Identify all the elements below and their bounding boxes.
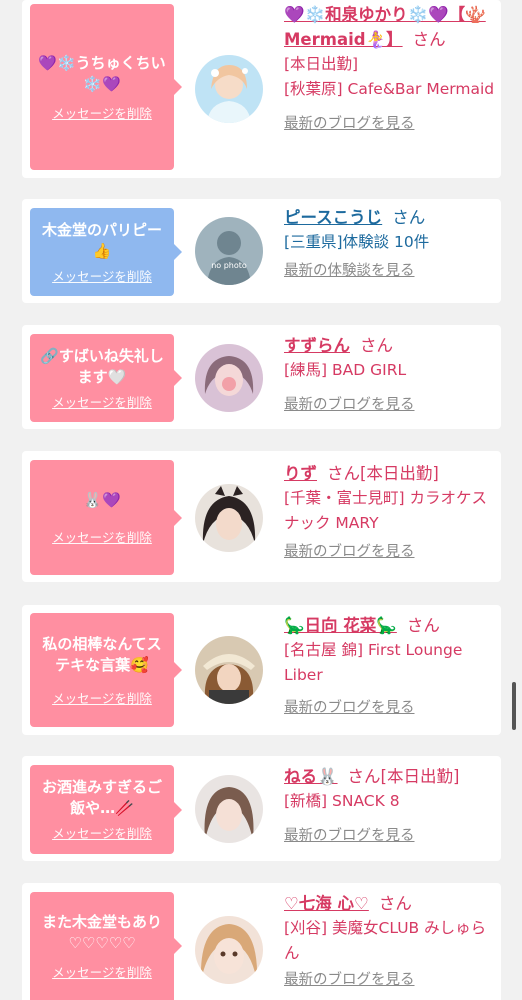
- honorific: さん: [378, 894, 412, 913]
- cast-name[interactable]: ねる🐰: [284, 767, 338, 786]
- cast-info: ♡七海 心♡ さん [刈谷] 美魔女CLUB みしゅらん 最新のブログを見る: [284, 891, 496, 990]
- list-item: 私の相棒なんてステキな言葉🥰 メッセージを削除 🦕日向 花菜🦕 さん [名古屋 錦…: [22, 605, 501, 735]
- message-text: 私の相棒なんてステキな言葉🥰: [42, 634, 162, 674]
- no-photo-label: no photo: [211, 261, 247, 270]
- message-bubble: 🐰💜 メッセージを削除: [30, 460, 182, 575]
- cast-info: ピースこうじ さん [三重県]体験談 10件 最新の体験談を見る: [284, 205, 496, 281]
- cast-info: 💜❄️和泉ゆかり❄️💜【🪸Mermaid🧜‍♀️】 さん [本日出勤] [秋葉原]…: [284, 2, 496, 134]
- cast-name[interactable]: 🦕日向 花菜🦕: [284, 616, 397, 635]
- list-item: 💜❄️うちゅくちい❄️💜 メッセージを削除 💜❄️和泉ゆかり❄️💜【🪸Merma…: [22, 0, 501, 178]
- message-text: 💜❄️うちゅくちい❄️💜: [38, 53, 166, 93]
- honorific: さん[本日出勤]: [327, 464, 439, 483]
- cast-detail: [本日出勤]: [284, 55, 359, 73]
- message-bubble: 🔗すばいね失礼します🤍 メッセージを削除: [30, 334, 182, 422]
- avatar[interactable]: no photo: [195, 217, 263, 285]
- latest-review-link[interactable]: 最新の体験談を見る: [284, 261, 496, 281]
- cast-name[interactable]: りず: [284, 464, 317, 483]
- delete-message-link[interactable]: メッセージを削除: [52, 103, 152, 122]
- delete-message-link[interactable]: メッセージを削除: [52, 688, 152, 707]
- cast-shop: [名古屋 錦] First Lounge Liber: [284, 641, 463, 684]
- scrollbar[interactable]: [512, 682, 516, 730]
- message-bubble: 木金堂のパリピー👍 メッセージを削除: [30, 208, 182, 296]
- delete-message-link[interactable]: メッセージを削除: [52, 962, 152, 981]
- avatar[interactable]: [195, 636, 263, 704]
- latest-blog-link[interactable]: 最新のブログを見る: [284, 542, 496, 562]
- cast-info: 🦕日向 花菜🦕 さん [名古屋 錦] First Lounge Liber 最新の…: [284, 613, 496, 718]
- message-bubble: 💜❄️うちゅくちい❄️💜 メッセージを削除: [30, 4, 182, 170]
- list-item: お酒進みすぎるご飯や…🥢 メッセージを削除 ねる🐰 さん[本日出勤] [新橋] S…: [22, 756, 501, 861]
- cast-info: すずらん さん [練馬] BAD GIRL 最新のブログを見る: [284, 333, 496, 415]
- list-item: また木金堂もあり♡♡♡♡♡ メッセージを削除 ♡七海 心♡ さん [刈谷] 美魔女…: [22, 883, 501, 1000]
- cast-name-line: ♡七海 心♡ さん: [284, 891, 496, 916]
- list-item: 🐰💜 メッセージを削除 りず さん[本日出勤] [千葉・富士見町] カラオケスナッ…: [22, 451, 501, 582]
- message-text: お酒進みすぎるご飯や…🥢: [41, 778, 162, 817]
- message-bubble: お酒進みすぎるご飯や…🥢 メッセージを削除: [30, 765, 182, 854]
- message-text: また木金堂もあり♡♡♡♡♡: [41, 912, 162, 952]
- cast-shop: [新橋] SNACK 8: [284, 792, 400, 810]
- cast-name[interactable]: ♡七海 心♡: [284, 894, 369, 913]
- cast-shop: [刈谷] 美魔女CLUB みしゅらん: [284, 919, 487, 962]
- cast-detail: [練馬] BAD GIRL: [284, 361, 407, 379]
- honorific: さん: [360, 336, 393, 355]
- delete-message-link[interactable]: メッセージを削除: [52, 823, 152, 842]
- latest-blog-link[interactable]: 最新のブログを見る: [284, 698, 496, 718]
- avatar[interactable]: [195, 344, 263, 412]
- avatar[interactable]: [195, 55, 263, 123]
- cast-name-line: すずらん さん: [284, 333, 496, 358]
- latest-blog-link[interactable]: 最新のブログを見る: [284, 970, 496, 990]
- cast-detail: [三重県]体験談 10件: [284, 233, 430, 251]
- cast-shop: [千葉・富士見町] カラオケスナック MARY: [284, 489, 488, 532]
- latest-blog-link[interactable]: 最新のブログを見る: [284, 826, 496, 846]
- delete-message-link[interactable]: メッセージを削除: [52, 392, 152, 411]
- list-item: 木金堂のパリピー👍 メッセージを削除 no photo ピースこうじ さん [三重…: [22, 199, 501, 303]
- honorific: さん: [412, 30, 446, 49]
- cast-info: りず さん[本日出勤] [千葉・富士見町] カラオケスナック MARY 最新のブロ…: [284, 461, 496, 562]
- cast-name-line: ピースこうじ さん: [284, 205, 496, 230]
- cast-name-line: 🦕日向 花菜🦕 さん: [284, 613, 496, 638]
- message-text: 🔗すばいね失礼します🤍: [40, 346, 164, 386]
- latest-blog-link[interactable]: 最新のブログを見る: [284, 395, 496, 415]
- delete-message-link[interactable]: メッセージを削除: [52, 266, 152, 285]
- honorific: さん[本日出勤]: [347, 767, 460, 786]
- cast-name[interactable]: 💜❄️和泉ゆかり❄️💜【🪸Mermaid🧜‍♀️】: [284, 5, 486, 49]
- cast-shop: [秋葉原] Cafe&Bar Mermaid: [284, 80, 495, 98]
- list-item: 🔗すばいね失礼します🤍 メッセージを削除 すずらん さん [練馬] BAD GIR…: [22, 325, 501, 429]
- latest-blog-link[interactable]: 最新のブログを見る: [284, 114, 496, 134]
- message-list: 💜❄️うちゅくちい❄️💜 メッセージを削除 💜❄️和泉ゆかり❄️💜【🪸Merma…: [0, 0, 522, 1000]
- cast-name-line: ねる🐰 さん[本日出勤]: [284, 764, 496, 789]
- cast-name[interactable]: ピースこうじ: [284, 208, 382, 227]
- delete-message-link[interactable]: メッセージを削除: [52, 527, 152, 546]
- honorific: さん: [406, 616, 440, 635]
- cast-name-line: 💜❄️和泉ゆかり❄️💜【🪸Mermaid🧜‍♀️】 さん: [284, 2, 496, 52]
- cast-info: ねる🐰 さん[本日出勤] [新橋] SNACK 8 最新のブログを見る: [284, 764, 496, 846]
- cast-name[interactable]: すずらん: [284, 336, 350, 355]
- message-text: 木金堂のパリピー👍: [41, 220, 162, 260]
- avatar[interactable]: [195, 484, 263, 552]
- message-bubble: 私の相棒なんてステキな言葉🥰 メッセージを削除: [30, 613, 182, 727]
- honorific: さん: [392, 208, 426, 227]
- message-text: 🐰💜: [83, 490, 121, 509]
- avatar[interactable]: [195, 775, 263, 843]
- cast-name-line: りず さん[本日出勤]: [284, 461, 496, 486]
- message-bubble: また木金堂もあり♡♡♡♡♡ メッセージを削除: [30, 892, 182, 1000]
- avatar[interactable]: [195, 916, 263, 984]
